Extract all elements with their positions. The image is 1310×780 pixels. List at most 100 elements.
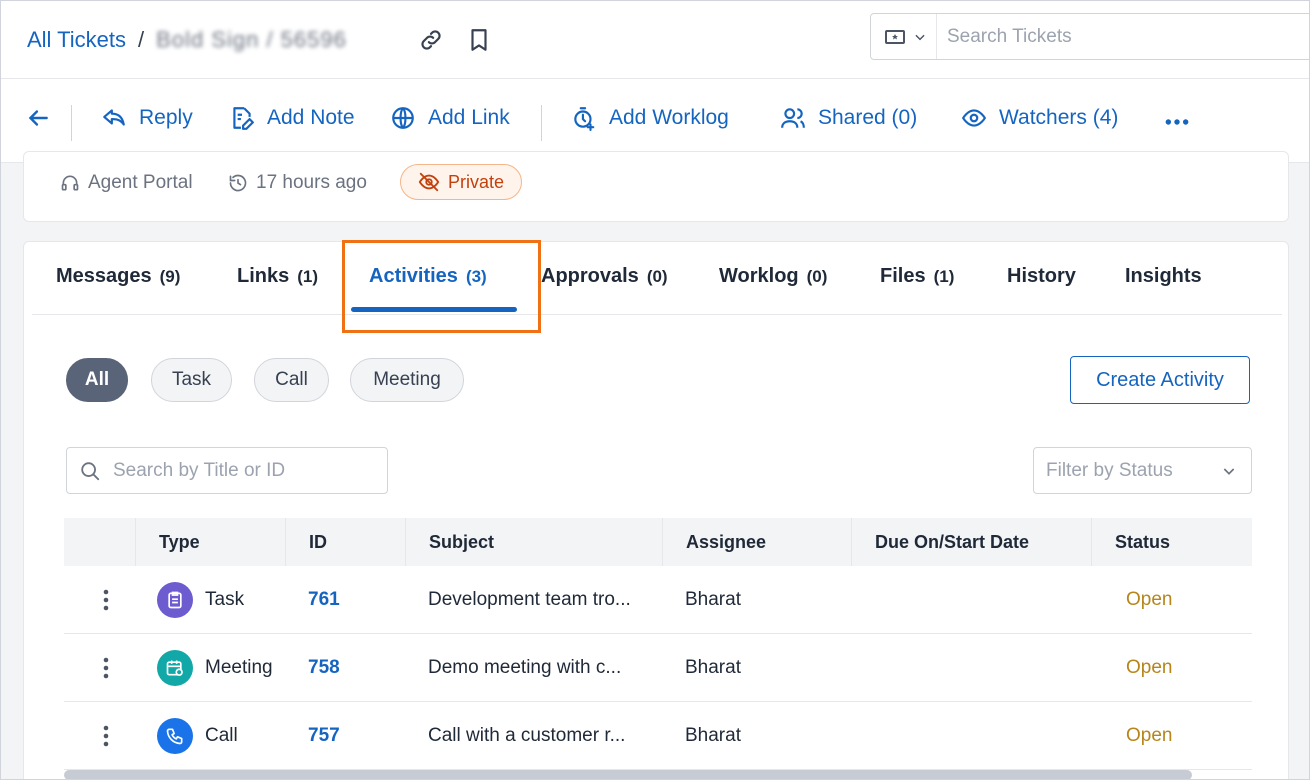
tab-files[interactable]: Files (1)	[880, 265, 954, 288]
header-id[interactable]: ID	[309, 518, 327, 566]
watchers-button[interactable]: Watchers (4)	[961, 105, 1118, 131]
chevron-down-icon	[915, 34, 925, 40]
filter-call[interactable]: Call	[254, 358, 329, 402]
column-divider	[285, 518, 286, 566]
row-type-label: Task	[205, 589, 245, 610]
row-id-link[interactable]: 758	[308, 634, 340, 702]
more-actions-button[interactable]	[1164, 109, 1202, 135]
row-subject: Call with a customer r...	[428, 725, 626, 746]
ticket-type-select[interactable]	[871, 14, 937, 59]
eye-off-icon	[418, 172, 440, 192]
column-divider	[851, 518, 852, 566]
globe-icon	[392, 107, 414, 129]
headset-icon	[61, 175, 79, 191]
row-menu-button[interactable]	[96, 566, 116, 634]
copy-link-icon[interactable]	[418, 27, 444, 53]
more-vertical-icon	[103, 589, 109, 611]
header-type[interactable]: Type	[159, 518, 200, 566]
divider	[541, 105, 542, 141]
search-activity-input[interactable]: Search by Title or ID	[66, 447, 388, 494]
chevron-down-icon	[1223, 467, 1235, 475]
row-subject: Demo meeting with c...	[428, 657, 622, 678]
column-divider	[405, 518, 406, 566]
tab-label: Messages	[56, 265, 152, 287]
header-assignee[interactable]: Assignee	[686, 518, 766, 566]
source-label: Agent Portal	[88, 172, 193, 193]
tab-worklog[interactable]: Worklog (0)	[719, 265, 827, 288]
add-worklog-label: Add Worklog	[609, 106, 729, 129]
breadcrumb: All Tickets / Bold Sign / 56596	[27, 27, 347, 53]
row-id-link[interactable]: 757	[308, 702, 340, 770]
search-placeholder: Search Tickets	[947, 25, 1072, 47]
header-due-date[interactable]: Due On/Start Date	[875, 518, 1029, 566]
add-note-button[interactable]: Add Note	[229, 105, 355, 131]
more-vertical-icon	[103, 725, 109, 747]
header-status[interactable]: Status	[1115, 518, 1170, 566]
shared-label: Shared (0)	[818, 106, 918, 129]
row-id-link[interactable]: 761	[308, 566, 340, 634]
reply-button[interactable]: Reply	[101, 105, 193, 131]
task-icon	[157, 582, 193, 618]
filter-meeting[interactable]: Meeting	[350, 358, 464, 402]
tab-messages[interactable]: Messages (9)	[56, 265, 180, 288]
eye-icon	[961, 109, 987, 127]
tab-count: (0)	[806, 267, 828, 286]
meeting-icon	[157, 650, 193, 686]
horizontal-scrollbar[interactable]	[64, 770, 1192, 779]
activities-panel: Messages (9) Links (1) Activities (3) Appro…	[23, 240, 1289, 779]
tab-label: Insights	[1125, 265, 1202, 287]
row-status: Open	[1126, 725, 1173, 746]
call-icon	[157, 718, 193, 754]
add-worklog-button[interactable]: Add Worklog	[571, 105, 729, 131]
row-type: Task	[157, 566, 244, 634]
tab-insights[interactable]: Insights	[1125, 265, 1202, 288]
header-subject[interactable]: Subject	[429, 518, 494, 566]
breadcrumb-all-tickets[interactable]: All Tickets	[27, 27, 126, 53]
tab-approvals[interactable]: Approvals (0)	[541, 265, 668, 288]
activities-table: Type ID Subject Assignee Due On/Start Da…	[64, 518, 1252, 770]
breadcrumb-ticket-blurred: Bold Sign / 56596	[156, 27, 347, 52]
tab-bar: Messages (9) Links (1) Activities (3) Appro…	[32, 240, 1282, 333]
add-note-label: Add Note	[267, 106, 355, 129]
search-tickets[interactable]: Search Tickets	[870, 13, 1309, 60]
status-filter-placeholder: Filter by Status	[1046, 459, 1173, 481]
row-subject: Development team tro...	[428, 589, 631, 610]
shared-button[interactable]: Shared (0)	[780, 105, 917, 131]
divider	[71, 105, 72, 141]
back-button[interactable]	[25, 105, 63, 131]
tab-links[interactable]: Links (1)	[237, 265, 318, 288]
table-row[interactable]: Task 761 Development team tro... Bharat …	[64, 566, 1252, 634]
tab-count: (9)	[159, 267, 181, 286]
row-menu-button[interactable]	[96, 634, 116, 702]
breadcrumb-separator: /	[138, 27, 145, 52]
column-divider	[1091, 518, 1092, 566]
column-divider	[135, 518, 136, 566]
ticket-info-card: Agent Portal 17 hours ago Private	[23, 151, 1289, 222]
filter-task[interactable]: Task	[151, 358, 232, 402]
row-type-label: Meeting	[205, 657, 273, 678]
table-row[interactable]: Call 757 Call with a customer r... Bhara…	[64, 702, 1252, 770]
row-assignee: Bharat	[685, 725, 741, 746]
search-icon	[81, 461, 100, 480]
row-assignee: Bharat	[685, 657, 741, 678]
row-assignee: Bharat	[685, 589, 741, 610]
filter-all[interactable]: All	[66, 358, 128, 402]
create-activity-button[interactable]: Create Activity	[1070, 356, 1250, 404]
users-icon	[781, 108, 805, 128]
tab-label: Links	[237, 265, 290, 287]
tab-history[interactable]: History	[1007, 265, 1076, 288]
ticket-icon	[885, 29, 905, 44]
row-menu-button[interactable]	[96, 702, 116, 770]
timer-add-icon	[574, 107, 595, 131]
status-filter-select[interactable]: Filter by Status	[1033, 447, 1252, 494]
app-window: All Tickets / Bold Sign / 56596 Search T…	[0, 0, 1310, 780]
bookmark-icon[interactable]	[466, 27, 492, 53]
table-row[interactable]: Meeting 758 Demo meeting with c... Bhara…	[64, 634, 1252, 702]
row-status: Open	[1126, 657, 1173, 678]
more-horizontal-icon	[1165, 119, 1189, 125]
add-link-button[interactable]: Add Link	[390, 105, 510, 131]
column-divider	[662, 518, 663, 566]
tab-label: Worklog	[719, 265, 799, 287]
tab-count: (0)	[646, 267, 668, 286]
arrow-left-icon	[28, 110, 48, 126]
